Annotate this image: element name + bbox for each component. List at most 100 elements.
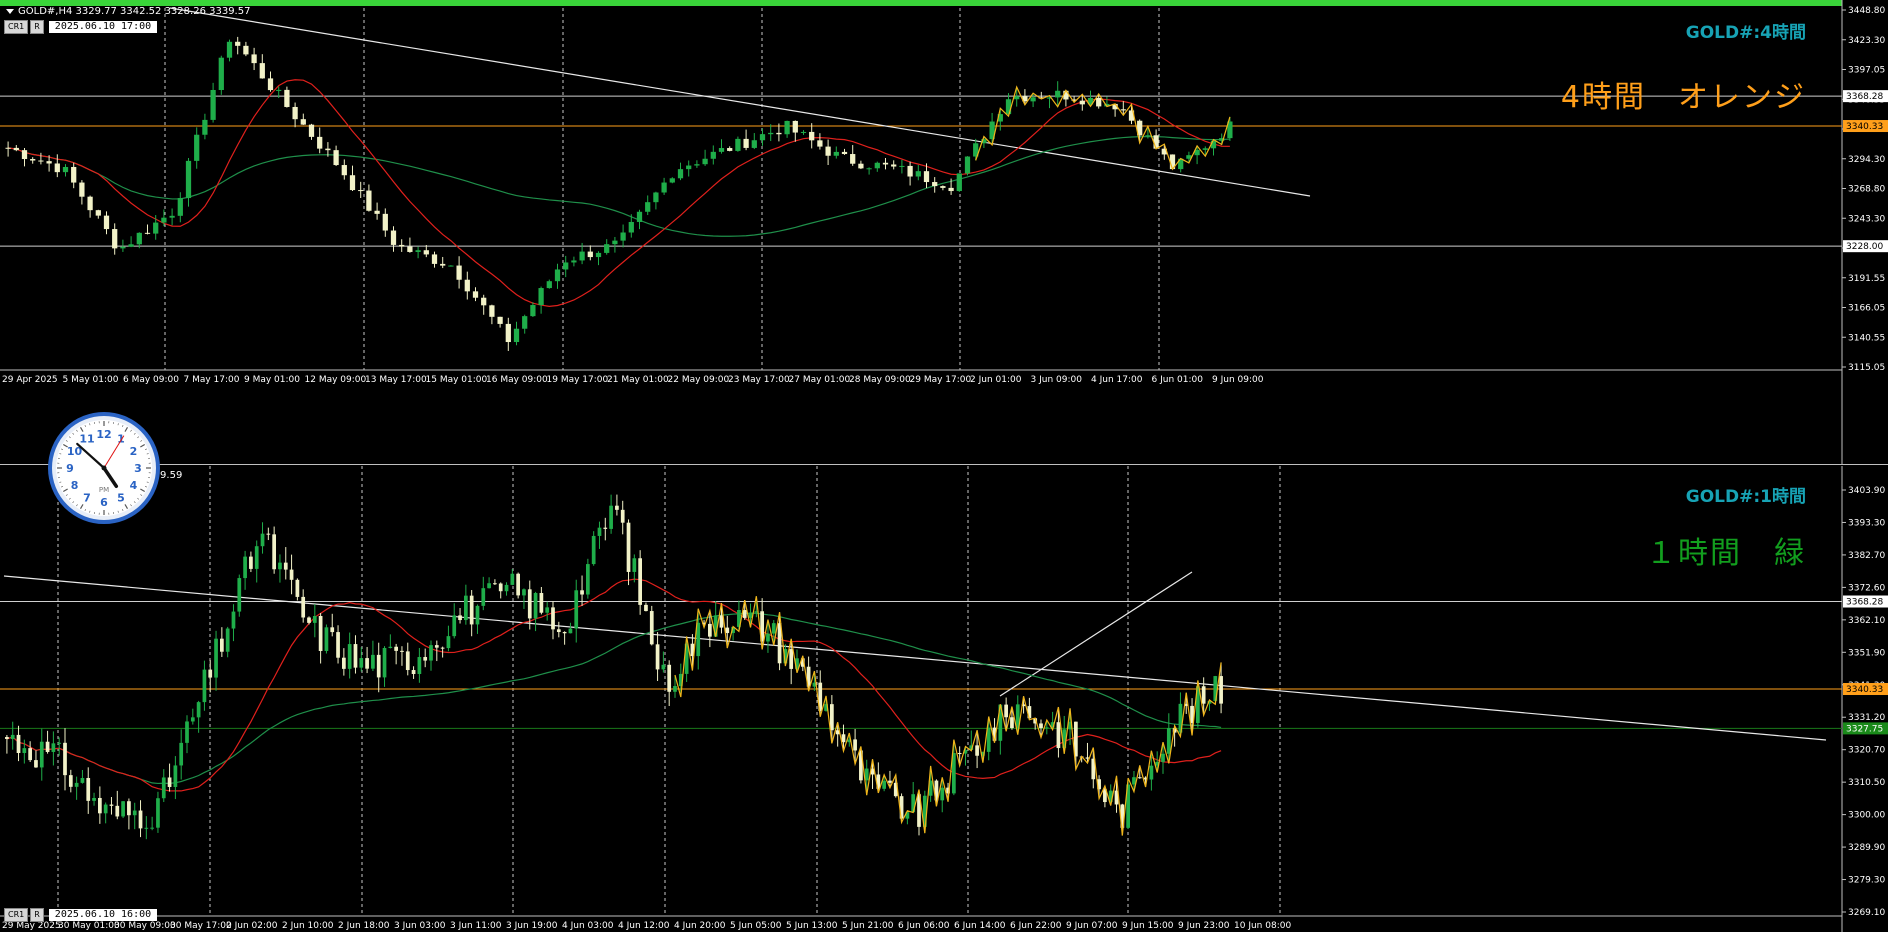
candle-body <box>475 605 480 625</box>
price-axis-label: 3115.05 <box>1848 363 1885 373</box>
candle-body <box>626 522 631 572</box>
candle-body <box>571 260 577 263</box>
candle-body <box>940 787 945 801</box>
candle-body <box>289 569 294 580</box>
candle-body <box>10 734 15 739</box>
h4-symbol-label: GOLD#:4時間 <box>1685 23 1806 43</box>
candle-body <box>1161 753 1165 762</box>
candle-body <box>254 546 259 569</box>
pane-divider[interactable] <box>0 464 1888 465</box>
candle-body <box>243 556 247 579</box>
green-level-line-tag-label: 3327.75 <box>1846 724 1883 734</box>
candle-body <box>458 615 462 621</box>
cr1-tag[interactable]: CR1 <box>4 908 29 922</box>
clock-period: PM <box>99 486 109 494</box>
time-axis-label: 6 Jun 06:00 <box>898 921 950 931</box>
price-axis-label: 3382.70 <box>1848 551 1885 561</box>
candle-body <box>423 657 428 661</box>
candle-body <box>121 801 125 817</box>
time-axis-label: 6 Jun 01:00 <box>1152 375 1204 385</box>
candle-body <box>694 164 700 166</box>
price-axis-label: 3372.60 <box>1848 583 1885 593</box>
candle-body <box>841 151 848 155</box>
clock-hour-numeral: 11 <box>79 433 94 446</box>
h1-chart-canvas[interactable]: 3403.90 3393.30 3382.70 3372.60 3362.10 3351.… <box>0 466 1888 932</box>
candle-body <box>864 768 869 781</box>
h1-cursor-date: 2025.06.10 16:00 <box>48 909 158 921</box>
candle-body <box>150 827 155 829</box>
candle-body <box>251 54 257 64</box>
candle-body <box>196 702 201 718</box>
price-axis-label: 3397.05 <box>1848 66 1885 76</box>
candle-body <box>214 638 218 678</box>
candle-body <box>632 558 637 572</box>
candle-body <box>218 57 224 91</box>
candle-body <box>388 646 393 648</box>
candle-body <box>68 775 73 787</box>
candle-body <box>585 564 590 595</box>
candle-body <box>190 717 195 722</box>
candle-body <box>456 265 462 280</box>
cr1-tag[interactable]: CR1 <box>4 20 29 34</box>
candle-body <box>283 562 288 570</box>
time-axis-label: 5 Jun 05:00 <box>730 921 782 931</box>
r-tag[interactable]: R <box>30 908 44 922</box>
clock-hour-numeral: 4 <box>130 479 138 492</box>
candle-body <box>202 669 207 703</box>
candle-body <box>817 140 823 147</box>
candle-body <box>173 765 178 787</box>
candle-body <box>13 147 19 151</box>
analog-clock-widget[interactable]: 12 1234567891011PM <box>48 412 160 524</box>
h4-chart-pane[interactable]: 3448.803423.303397.053346.553320.553294.… <box>0 0 1888 464</box>
candle-body <box>161 217 167 223</box>
candle-body <box>266 533 271 535</box>
moving-average-short <box>8 79 1230 307</box>
candle-body <box>219 638 224 652</box>
candle-body <box>267 78 274 91</box>
candle-body <box>1005 99 1012 115</box>
price-axis-label: 3300.00 <box>1848 811 1885 821</box>
candle-body <box>1137 777 1142 779</box>
candle-body <box>800 131 807 133</box>
h1-chart-pane[interactable]: 3403.90 3393.30 3382.70 3372.60 3362.10 3351.… <box>0 466 1888 932</box>
candle-body <box>661 664 666 670</box>
time-axis-label: 19 May 17:00 <box>547 375 609 385</box>
candle-body <box>505 323 511 343</box>
price-axis-label: 3269.10 <box>1848 908 1885 918</box>
candle-body <box>440 647 445 649</box>
price-axis-label: 3362.10 <box>1848 616 1885 626</box>
candle-body <box>554 269 561 282</box>
candle-body <box>551 607 555 630</box>
candle-body <box>202 119 208 135</box>
time-axis-label: 7 May 17:00 <box>184 375 240 385</box>
time-axis-label: 3 Jun 03:00 <box>394 921 446 931</box>
candle-body <box>481 297 487 306</box>
candle-body <box>22 748 27 753</box>
candle-body <box>97 797 102 814</box>
candle-body <box>1044 727 1049 729</box>
time-axis-label: 9 Jun 23:00 <box>1178 921 1230 931</box>
time-axis-label: 30 May 09:00 <box>114 921 176 931</box>
clock-hour-numeral: 6 <box>100 496 108 509</box>
clock-hour-numeral: 8 <box>71 479 79 492</box>
candle-body <box>1153 135 1159 149</box>
candle-body <box>333 150 339 166</box>
candle-body <box>39 741 44 768</box>
candle-body <box>54 163 60 173</box>
r-tag[interactable]: R <box>30 20 44 34</box>
candle-body <box>735 138 741 151</box>
candle-body <box>312 615 317 623</box>
time-axis-label: 22 May 09:00 <box>668 375 730 385</box>
candle-body <box>464 279 470 292</box>
candle-body <box>563 262 569 270</box>
candle-body <box>545 607 550 613</box>
collapse-triangle-icon[interactable] <box>6 8 14 14</box>
h4-date-box: CR1 R 2025.06.10 17:00 <box>4 20 158 34</box>
h4-chart-canvas[interactable]: 3448.803423.303397.053346.553320.553294.… <box>0 0 1888 464</box>
candle-body <box>510 573 515 585</box>
candle-body <box>1030 97 1036 102</box>
candle-body <box>415 250 421 252</box>
candle-body <box>237 578 242 612</box>
price-axis-label: 3331.20 <box>1848 713 1885 723</box>
candle-body <box>440 263 446 266</box>
